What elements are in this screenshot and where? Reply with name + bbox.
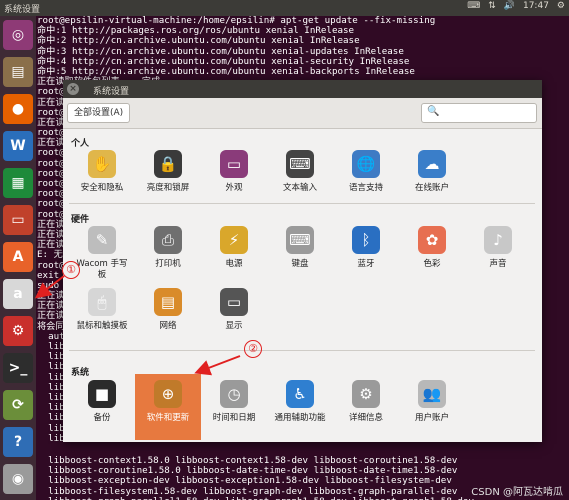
annotation-two: ② — [244, 340, 262, 358]
arrow-to-settings — [34, 275, 65, 299]
arrow-to-software-updates — [194, 355, 241, 376]
annotation-arrows — [34, 275, 241, 376]
